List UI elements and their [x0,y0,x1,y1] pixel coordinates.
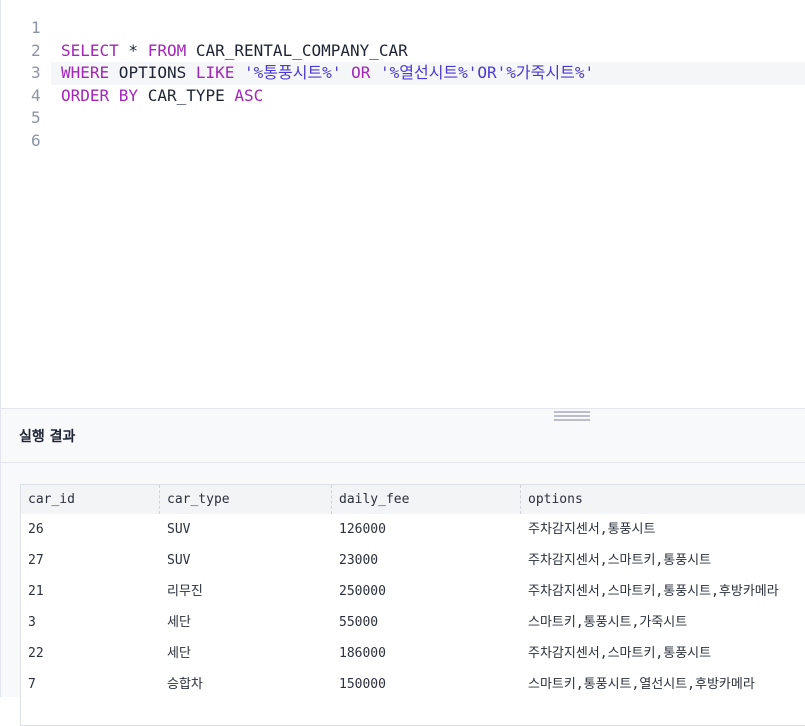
code-text[interactable]: WHERE OPTIONS LIKE '%통풍시트%' OR '%열선시트%'O… [61,62,594,85]
sql-identifier: CAR_TYPE [138,85,235,105]
table-header-row: car_id car_type daily_fee options [21,485,805,514]
sql-keyword: WHERE [61,63,110,82]
sql-keyword: ASC [234,85,264,105]
sql-keyword: FROM [147,40,187,60]
code-line[interactable]: 3 WHERE OPTIONS LIKE '%통풍시트%' OR '%열선시트%'… [31,62,805,85]
column-header: car_type [160,485,332,514]
table-cell: 주차감지센서,통풍시트 [521,514,805,545]
code-line[interactable]: 5 [1,107,805,130]
table-cell: 세단 [160,638,332,669]
sql-keyword: OR [351,63,371,82]
column-header: options [521,485,805,514]
table-cell: 7 [21,669,160,700]
table-cell: SUV [160,545,332,576]
results-panel: car_id car_type daily_fee options 26 SUV 1… [0,463,805,726]
results-header: 실행 결과 [0,409,805,463]
table-row: 21 리무진 250000 주차감지센서,스마트키,통풍시트,후방카메라 [21,576,805,607]
table-cell: 186000 [332,638,521,669]
table-row: 27 SUV 23000 주차감지센서,스마트키,통풍시트 [21,545,805,576]
table-cell: 27 [21,545,160,576]
sql-keyword: SELECT [61,40,119,60]
table-cell: 250000 [332,576,521,607]
table-cell: 주차감지센서,스마트키,통풍시트 [521,545,805,576]
table-cell: 3 [21,607,160,638]
table-cell: 주차감지센서,스마트키,통풍시트,후방카메라 [521,576,805,607]
code-line[interactable]: 4 ORDER BY CAR_TYPE ASC [1,85,805,108]
results-table: car_id car_type daily_fee options 26 SUV 1… [21,485,805,700]
table-row: 7 승합차 150000 스마트키,통풍시트,열선시트,후방카메라 [21,669,805,700]
column-header: car_id [21,485,160,514]
table-cell: 22 [21,638,160,669]
table-cell: 23000 [332,545,521,576]
sql-string: '%열선시트%'OR'%가죽시트%' [370,63,595,82]
line-number: 1 [31,18,41,37]
line-number: 2 [31,40,41,60]
column-header: daily_fee [332,485,521,514]
table-row: 3 세단 55000 스마트키,통풍시트,가죽시트 [21,607,805,638]
code-text[interactable]: SELECT * FROM CAR_RENTAL_COMPANY_CAR [61,40,408,63]
table-cell: 55000 [332,607,521,638]
line-number: 5 [31,108,41,127]
sql-keyword: LIKE [195,63,235,82]
table-cell: SUV [160,514,332,545]
table-cell: 150000 [332,669,521,700]
table-cell: 스마트키,통풍시트,열선시트,후방카메라 [521,669,805,700]
resize-handle[interactable] [554,411,590,423]
sql-editor[interactable]: 1 2 SELECT * FROM CAR_RENTAL_COMPANY_CAR 3 W… [0,0,805,408]
table-cell: 주차감지센서,스마트키,통풍시트 [521,638,805,669]
sql-identifier: * [118,40,148,60]
sql-identifier: CAR_RENTAL_COMPANY_CAR [186,40,408,60]
table-cell: 스마트키,통풍시트,가죽시트 [521,607,805,638]
code-line[interactable]: 6 [1,130,805,153]
sql-identifier: OPTIONS [109,63,196,82]
table-cell: 126000 [332,514,521,545]
code-line[interactable]: 1 [1,17,805,40]
table-cell: 21 [21,576,160,607]
table-cell: 26 [21,514,160,545]
table-cell: 세단 [160,607,332,638]
line-number: 3 [31,63,41,82]
line-number: 4 [31,85,41,105]
table-cell: 승합차 [160,669,332,700]
results-table-container: car_id car_type daily_fee options 26 SUV 1… [20,484,805,726]
sql-keyword: ORDER BY [61,85,139,105]
table-row: 26 SUV 126000 주차감지센서,통풍시트 [21,514,805,545]
table-row: 22 세단 186000 주차감지센서,스마트키,통풍시트 [21,638,805,669]
results-title: 실행 결과 [19,429,76,445]
code-line[interactable]: 2 SELECT * FROM CAR_RENTAL_COMPANY_CAR [1,40,805,63]
line-number: 6 [31,130,41,150]
code-text[interactable]: ORDER BY CAR_TYPE ASC [61,85,263,108]
sql-string: '%통풍시트%' [234,63,352,82]
table-cell: 리무진 [160,576,332,607]
